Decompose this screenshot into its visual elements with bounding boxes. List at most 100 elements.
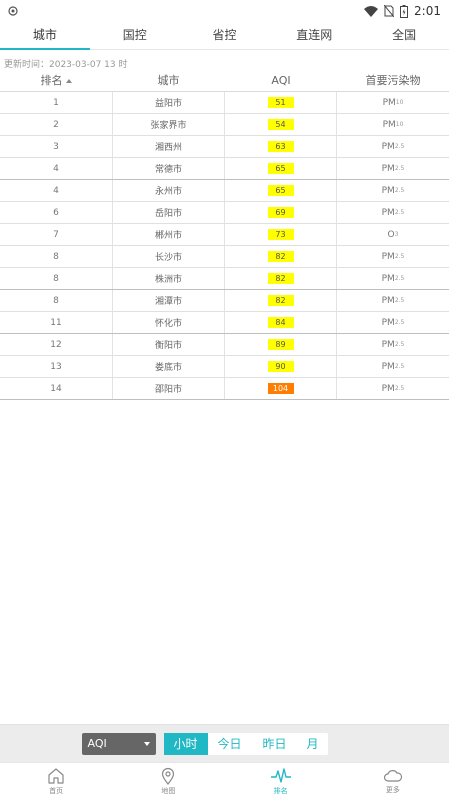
period-today-button[interactable]: 今日: [208, 733, 252, 755]
city-cell: 怀化市: [112, 312, 225, 333]
rank-cell: 6: [53, 207, 59, 218]
city-cell: 张家界市: [112, 114, 225, 135]
table-row[interactable]: 11 怀化市 84 PM 2.5: [0, 312, 449, 334]
pollutant-cell: PM 2.5: [337, 268, 449, 289]
table-row[interactable]: 6 岳阳市 69 PM 2.5: [0, 202, 449, 224]
aqi-badge: 63: [267, 141, 294, 152]
notification-icon: [8, 6, 18, 16]
pollutant-subscript: 2.5: [394, 253, 405, 260]
pollutant-subscript: 2.5: [394, 275, 405, 282]
aqi-cell: 65: [225, 180, 337, 201]
pollutant-subscript: 2.5: [394, 363, 405, 370]
pollutant-subscript: 3: [394, 231, 399, 238]
rank-cell: 13: [50, 361, 62, 372]
aqi-badge: 84: [267, 317, 294, 328]
table-row[interactable]: 1 益阳市 51 PM 10: [0, 92, 449, 114]
map-pin-icon: [162, 767, 175, 785]
aqi-cell: 82: [225, 290, 337, 311]
aqi-badge: 69: [267, 207, 294, 218]
pollutant-cell: PM 2.5: [337, 246, 449, 267]
table-row[interactable]: 8 长沙市 82 PM 2.5: [0, 246, 449, 268]
aqi-badge: 82: [267, 251, 294, 262]
city-cell: 益阳市: [112, 92, 225, 113]
nav-more[interactable]: 更多: [337, 763, 449, 800]
tab-nationwide[interactable]: 全国: [359, 22, 449, 49]
aqi-cell: 73: [225, 224, 337, 245]
pollutant-name: PM: [381, 141, 395, 152]
city-cell: 郴州市: [112, 224, 225, 245]
tab-city[interactable]: 城市: [0, 22, 90, 50]
aqi-badge: 65: [267, 163, 294, 174]
city-cell: 衡阳市: [112, 334, 225, 355]
nav-map[interactable]: 地图: [112, 763, 224, 800]
city-cell: 娄底市: [112, 356, 225, 377]
rank-cell: 1: [53, 97, 59, 108]
pollutant-subscript: 2.5: [394, 209, 405, 216]
rank-cell: 8: [53, 273, 59, 284]
pollutant-cell: PM 10: [337, 114, 449, 135]
nav-ranking[interactable]: 排名: [225, 763, 337, 800]
table-row[interactable]: 8 株洲市 82 PM 2.5: [0, 268, 449, 290]
rank-cell: 2: [53, 119, 59, 130]
aqi-header: AQI: [271, 74, 291, 87]
table-row[interactable]: 2 张家界市 54 PM 10: [0, 114, 449, 136]
rank-cell: 12: [50, 339, 62, 350]
table-row[interactable]: 12 衡阳市 89 PM 2.5: [0, 334, 449, 356]
aqi-badge: 65: [267, 185, 294, 196]
aqi-badge: 82: [267, 273, 294, 284]
aqi-cell: 51: [225, 92, 337, 113]
metric-select[interactable]: AQI: [81, 732, 156, 755]
table-row[interactable]: 4 常德市 65 PM 2.5: [0, 158, 449, 180]
battery-icon: [400, 4, 409, 18]
pollutant-cell: PM 10: [337, 92, 449, 113]
period-hour-button[interactable]: 小时: [163, 732, 208, 755]
pollutant-subscript: 10: [395, 99, 404, 106]
period-month-button[interactable]: 月: [298, 733, 328, 755]
aqi-badge: 54: [267, 119, 294, 130]
tab-direct-network[interactable]: 直连网: [269, 22, 359, 49]
city-cell: 湘潭市: [112, 290, 225, 311]
nav-home[interactable]: 首页: [0, 763, 112, 800]
bottom-nav: 首页 地图 排名 更多: [0, 762, 449, 800]
city-cell: 岳阳市: [112, 202, 225, 223]
aqi-cell: 90: [225, 356, 337, 377]
aqi-cell: 54: [225, 114, 337, 135]
pollutant-cell: PM 2.5: [337, 290, 449, 311]
caret-down-icon: [143, 741, 150, 746]
pollutant-cell: PM 2.5: [337, 202, 449, 223]
tab-national-control[interactable]: 国控: [90, 22, 180, 49]
aqi-badge: 104: [267, 383, 294, 394]
nav-ranking-label: 排名: [273, 787, 288, 795]
pollutant-cell: PM 2.5: [337, 334, 449, 355]
table-row[interactable]: 14 邵阳市 104 PM 2.5: [0, 378, 449, 400]
nav-more-label: 更多: [385, 786, 400, 794]
rank-header[interactable]: 排名: [0, 70, 112, 91]
cloud-icon: [383, 770, 402, 782]
pollutant-subscript: 2.5: [394, 165, 405, 172]
pollutant-name: PM: [382, 119, 396, 130]
table-row[interactable]: 8 湘潭市 82 PM 2.5: [0, 290, 449, 312]
aqi-badge: 73: [267, 229, 294, 240]
update-time: 更新时间：2023-03-07 13 时: [4, 60, 128, 70]
no-sim-icon: [384, 5, 395, 17]
category-tabs: 城市 国控 省控 直连网 全国: [0, 22, 449, 50]
sort-ascending-icon: [65, 79, 72, 83]
pollutant-subscript: 2.5: [394, 319, 405, 326]
rank-cell: 14: [50, 383, 62, 394]
tab-provincial-control[interactable]: 省控: [180, 22, 270, 49]
pollutant-name: O: [387, 229, 395, 240]
pollutant-name: PM: [381, 163, 395, 174]
city-cell: 永州市: [112, 180, 225, 201]
aqi-cell: 104: [225, 378, 337, 399]
table-row[interactable]: 13 娄底市 90 PM 2.5: [0, 356, 449, 378]
pollutant-name: PM: [382, 97, 396, 108]
table-row[interactable]: 3 湘西州 63 PM 2.5: [0, 136, 449, 158]
period-yesterday-button[interactable]: 昨日: [252, 733, 298, 755]
pollutant-name: PM: [381, 339, 395, 350]
ranking-table: 排名 城市 AQI 首要污染物 1 益阳市 51 PM 10 2 张家界市 54 …: [0, 70, 449, 400]
table-row[interactable]: 7 郴州市 73 O3: [0, 224, 449, 246]
rank-cell: 3: [53, 141, 59, 152]
home-icon: [48, 768, 64, 784]
pollutant-subscript: 2.5: [394, 385, 405, 392]
table-row[interactable]: 4 永州市 65 PM 2.5: [0, 180, 449, 202]
